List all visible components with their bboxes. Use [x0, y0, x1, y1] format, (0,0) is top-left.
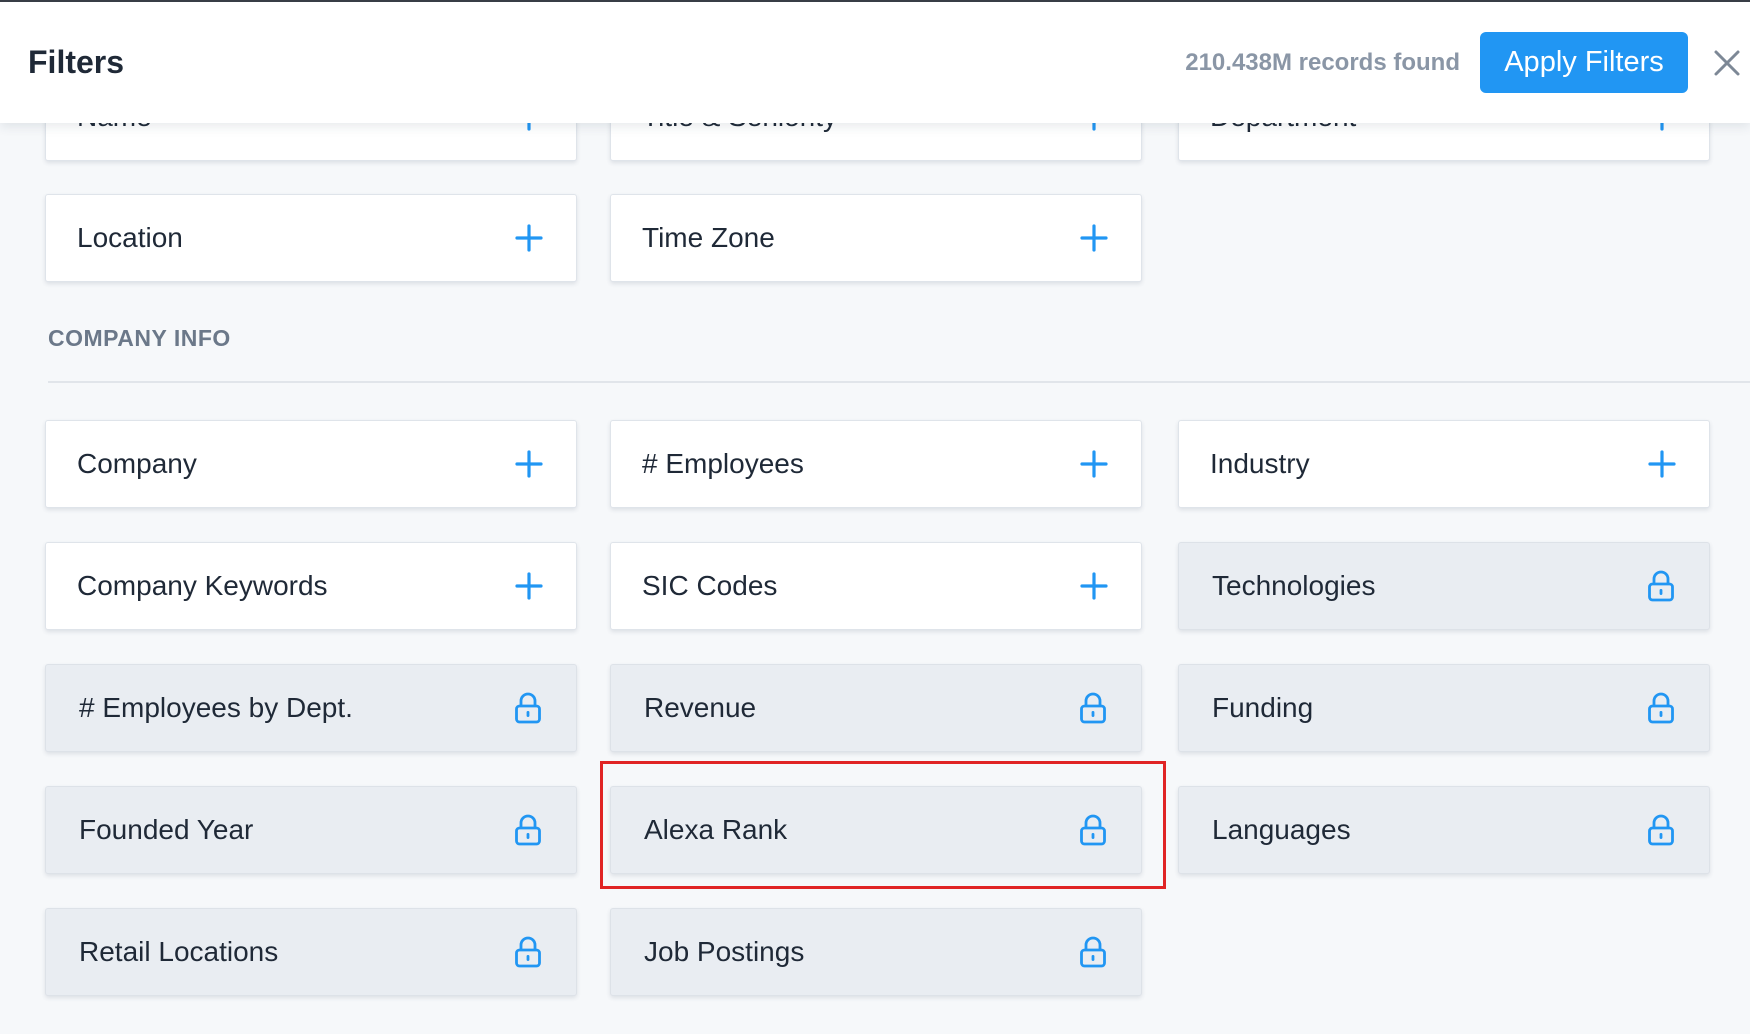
filter-label: Industry [1210, 448, 1310, 479]
filters-header: Filters 210.438M records found Apply Fil… [0, 2, 1750, 123]
filter-card-time-zone[interactable]: Time Zone [610, 194, 1142, 282]
filter-label: Location [77, 222, 183, 253]
filter-label: Time Zone [642, 222, 775, 253]
lock-icon [1080, 936, 1106, 968]
plus-icon [1660, 123, 1664, 131]
filter-card-retail-locations[interactable]: Retail Locations [45, 908, 577, 996]
lock-icon [515, 936, 541, 968]
filter-label: # Employees by Dept. [79, 692, 353, 723]
close-icon[interactable] [1712, 48, 1742, 78]
plus-icon [1648, 450, 1676, 478]
filter-label: Name [77, 123, 152, 160]
filters-title: Filters [28, 44, 125, 80]
filter-label: Company Keywords [77, 570, 328, 601]
filter-label: Job Postings [644, 936, 805, 967]
section-title-company-info: COMPANY INFO [48, 325, 231, 351]
filter-card-languages[interactable]: Languages [1178, 786, 1710, 874]
plus-icon [1080, 450, 1108, 478]
lock-icon [515, 814, 541, 846]
filter-card-job-postings[interactable]: Job Postings [610, 908, 1142, 996]
filter-label: Technologies [1212, 570, 1376, 601]
filter-label: SIC Codes [642, 570, 778, 601]
filter-card-employees[interactable]: # Employees [610, 420, 1142, 508]
plus-icon [1092, 123, 1096, 131]
highlight-box [600, 761, 1166, 889]
plus-icon [527, 123, 531, 131]
filter-card-location[interactable]: Location [45, 194, 577, 282]
filters-panel[interactable]: Name Title & Seniority Department Locati… [0, 123, 1750, 1034]
filter-card-revenue[interactable]: Revenue [610, 664, 1142, 752]
filter-card-company[interactable]: Company [45, 420, 577, 508]
filter-card-company-keywords[interactable]: Company Keywords [45, 542, 577, 630]
filter-card-sic-codes[interactable]: SIC Codes [610, 542, 1142, 630]
filter-card-employees-by-dept[interactable]: # Employees by Dept. [45, 664, 577, 752]
section-divider [48, 381, 1750, 383]
filter-label: Funding [1212, 692, 1314, 723]
lock-icon [1080, 692, 1106, 724]
filter-card-title-seniority[interactable]: Title & Seniority [610, 123, 1142, 161]
filter-card-technologies[interactable]: Technologies [1178, 542, 1710, 630]
filter-label: Retail Locations [79, 936, 279, 967]
filter-label: Languages [1212, 814, 1351, 845]
apply-filters-button[interactable]: Apply Filters [1480, 32, 1688, 93]
filter-label: Company [77, 448, 197, 479]
filter-card-founded-year[interactable]: Founded Year [45, 786, 577, 874]
plus-icon [1080, 572, 1108, 600]
lock-icon [1648, 692, 1674, 724]
filter-label: Title & Seniority [642, 123, 837, 160]
filter-card-name[interactable]: Name [45, 123, 577, 161]
filter-label: Department [1210, 123, 1356, 160]
filter-card-department[interactable]: Department [1178, 123, 1710, 161]
filter-card-industry[interactable]: Industry [1178, 420, 1710, 508]
plus-icon [515, 450, 543, 478]
filter-card-funding[interactable]: Funding [1178, 664, 1710, 752]
filter-label: # Employees [642, 448, 804, 479]
lock-icon [1648, 570, 1674, 602]
lock-icon [1648, 814, 1674, 846]
records-found-count: 210.438M records found [1185, 49, 1460, 76]
filter-label: Founded Year [79, 814, 254, 845]
plus-icon [1080, 224, 1108, 252]
lock-icon [515, 692, 541, 724]
plus-icon [515, 572, 543, 600]
plus-icon [515, 224, 543, 252]
filter-label: Revenue [644, 692, 757, 723]
